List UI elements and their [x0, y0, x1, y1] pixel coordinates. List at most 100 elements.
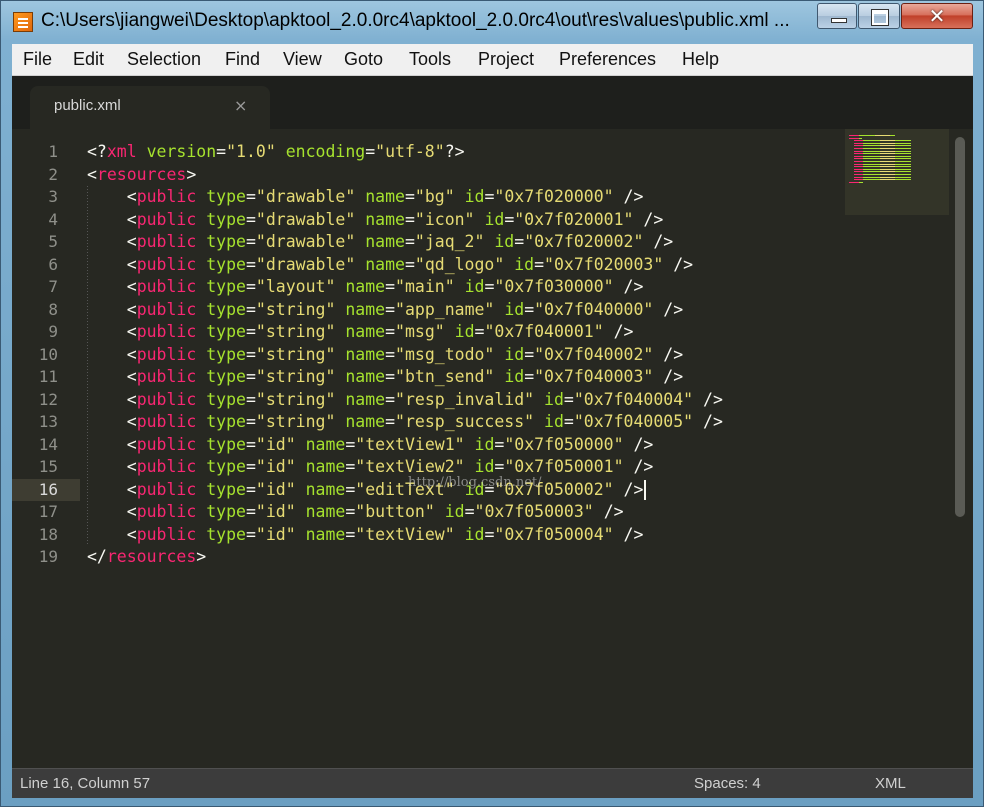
- minimap-line: [853, 155, 864, 157]
- menu-selection[interactable]: Selection: [127, 49, 201, 70]
- line-number: 1: [48, 142, 58, 161]
- code-line: <public type="string" name="msg_todo" id…: [126, 344, 684, 364]
- minimap-line: [863, 174, 881, 175]
- minimap-line: [863, 163, 881, 165]
- line-number: 16: [38, 479, 58, 499]
- minimap-line: [880, 150, 895, 152]
- minimap-line: [849, 137, 859, 139]
- tab-public-xml[interactable]: public.xml ×: [30, 86, 270, 129]
- line-number: 7: [48, 277, 58, 296]
- minimap-line: [853, 179, 864, 181]
- menu-preferences[interactable]: Preferences: [559, 49, 656, 70]
- minimap-line: [875, 135, 890, 136]
- minimap-line: [849, 135, 859, 136]
- indentation-setting[interactable]: Spaces: 4: [694, 775, 761, 792]
- minimap-line: [858, 135, 876, 136]
- line-number: 19: [38, 547, 58, 566]
- editor-pane[interactable]: public.xml × 1 2 3 4 5 6 7 8 9 10 11 12 13 14 15 16 17 18…: [12, 76, 973, 768]
- minimap-line: [863, 142, 881, 144]
- code-line: <public type="drawable" name="qd_logo" i…: [126, 254, 694, 274]
- code-area[interactable]: <?xml version="1.0" encoding="utf-8"?> <r…: [87, 129, 947, 629]
- code-line: <public type="string" name="app_name" id…: [126, 299, 684, 319]
- close-button[interactable]: ✕: [901, 3, 973, 29]
- minimap-line: [894, 153, 912, 155]
- minimap-line: [880, 158, 895, 160]
- scrollbar-thumb[interactable]: [955, 137, 965, 517]
- syntax-mode[interactable]: XML: [875, 775, 906, 792]
- code-line: <public type="id" name="editText" id="0x…: [126, 479, 644, 499]
- minimap-line: [863, 179, 881, 181]
- minimap-line: [880, 174, 895, 175]
- line-number: 12: [38, 389, 58, 409]
- minimap-line: [863, 153, 881, 155]
- line-number: 11: [38, 367, 58, 386]
- minimap-line: [894, 171, 912, 173]
- minimap-line: [880, 179, 895, 181]
- menu-goto[interactable]: Goto: [344, 49, 383, 70]
- maximize-button[interactable]: [858, 3, 900, 29]
- minimap-line: [880, 140, 895, 142]
- minimap[interactable]: [845, 129, 949, 215]
- menu-project[interactable]: Project: [478, 49, 534, 70]
- minimap-line: [894, 179, 912, 181]
- menu-find[interactable]: Find: [225, 49, 260, 70]
- minimap-line: [853, 140, 864, 142]
- line-number: 15: [38, 457, 58, 476]
- menu-view[interactable]: View: [283, 49, 322, 70]
- minimap-line: [894, 145, 912, 147]
- menu-edit[interactable]: Edit: [73, 49, 104, 70]
- code-line: <public type="string" name="resp_success…: [126, 412, 723, 431]
- minimap-line: [853, 171, 864, 173]
- minimap-line: [853, 176, 864, 178]
- minimap-line: [894, 168, 912, 170]
- maximize-icon: [871, 9, 889, 26]
- minimap-line: [880, 153, 895, 155]
- minimap-line: [894, 166, 912, 168]
- line-number: 9: [48, 322, 58, 341]
- minimap-line: [894, 150, 912, 152]
- close-icon: ✕: [928, 4, 946, 28]
- minimap-line: [894, 158, 912, 160]
- menu-help[interactable]: Help: [682, 49, 719, 70]
- minimap-line: [894, 161, 912, 162]
- minimap-line: [858, 137, 863, 139]
- minimize-icon: [831, 18, 847, 23]
- line-number: 18: [38, 524, 58, 544]
- minimap-line: [880, 148, 895, 149]
- code-line: <resources>: [87, 164, 197, 184]
- code-line: </resources>: [87, 547, 207, 566]
- line-number: 6: [48, 254, 58, 274]
- line-number: 2: [48, 164, 58, 184]
- tab-label: public.xml: [54, 97, 121, 114]
- minimap-line: [880, 163, 895, 165]
- minimap-line: [880, 142, 895, 144]
- minimap-line: [894, 148, 912, 149]
- minimap-line: [889, 135, 895, 136]
- vertical-scrollbar[interactable]: [953, 133, 967, 769]
- minimap-line: [880, 171, 895, 173]
- code-line: <public type="string" name="msg" id="0x7…: [126, 322, 634, 341]
- minimap-line: [853, 148, 864, 149]
- tab-close-icon[interactable]: ×: [234, 96, 247, 115]
- menu-tools[interactable]: Tools: [409, 49, 451, 70]
- text-cursor: [644, 479, 647, 500]
- code-line: <public type="drawable" name="icon" id="…: [126, 209, 664, 229]
- minimap-line: [880, 176, 895, 178]
- minimap-line: [863, 161, 881, 162]
- minimize-button[interactable]: [817, 3, 857, 29]
- minimap-line: [858, 181, 864, 183]
- minimap-line: [880, 145, 895, 147]
- minimap-line: [853, 158, 864, 160]
- minimap-line: [894, 163, 912, 165]
- code-line: <?xml version="1.0" encoding="utf-8"?>: [87, 142, 465, 161]
- menu-file[interactable]: File: [23, 49, 52, 70]
- title-bar[interactable]: C:\Users\jiangwei\Desktop\apktool_2.0.0r…: [1, 1, 983, 43]
- minimap-line: [880, 168, 895, 170]
- code-line: <public type="id" name="button" id="0x7f…: [126, 502, 624, 521]
- minimap-line: [894, 142, 912, 144]
- minimap-line: [863, 145, 881, 147]
- minimap-line: [863, 171, 881, 173]
- editor-window: C:\Users\jiangwei\Desktop\apktool_2.0.0r…: [0, 0, 984, 807]
- minimap-line: [853, 145, 864, 147]
- code-line: <public type="id" name="textView2" id="0…: [126, 457, 654, 476]
